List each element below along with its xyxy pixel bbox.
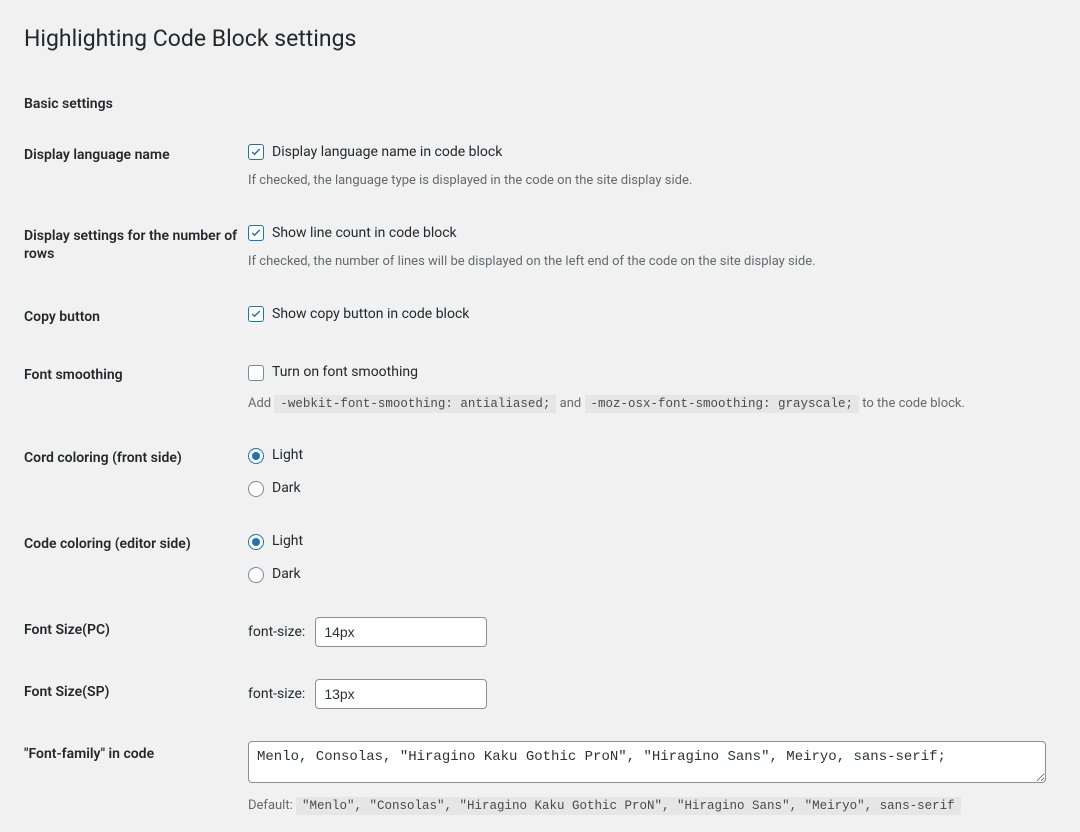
row-label-copy-button: Copy button bbox=[24, 288, 248, 346]
font-size-sp-prefix: font-size: bbox=[248, 684, 305, 705]
font-smoothing-checkbox[interactable]: Turn on font smoothing bbox=[248, 362, 418, 383]
row-label-font-size-pc: Font Size(PC) bbox=[24, 601, 248, 663]
radio-label: Dark bbox=[272, 564, 301, 585]
row-label-front-coloring: Cord coloring (front side) bbox=[24, 429, 248, 515]
checkbox-icon bbox=[248, 225, 264, 241]
row-label-font-family: "Font-family" in code bbox=[24, 725, 248, 832]
checkbox-icon bbox=[248, 306, 264, 322]
row-label-line-count: Display settings for the number of rows bbox=[24, 207, 248, 288]
checkbox-label: Display language name in code block bbox=[272, 142, 502, 163]
code-snippet: -moz-osx-font-smoothing: grayscale; bbox=[585, 395, 860, 413]
radio-icon bbox=[248, 481, 264, 497]
radio-icon bbox=[248, 567, 264, 583]
line-count-desc: If checked, the number of lines will be … bbox=[248, 252, 1046, 272]
radio-icon bbox=[248, 534, 264, 550]
display-language-desc: If checked, the language type is display… bbox=[248, 171, 1046, 191]
row-label-font-size-sp: Font Size(SP) bbox=[24, 663, 248, 725]
default-label: Default: bbox=[248, 798, 293, 813]
font-family-input[interactable] bbox=[248, 741, 1046, 783]
desc-prefix: Add bbox=[248, 396, 271, 411]
font-family-default: Default: "Menlo", "Consolas", "Hiragino … bbox=[248, 796, 1046, 816]
front-coloring-dark-radio[interactable]: Dark bbox=[248, 478, 1046, 499]
font-size-sp-input[interactable] bbox=[315, 679, 487, 709]
code-snippet: -webkit-font-smoothing: antialiased; bbox=[274, 395, 556, 413]
font-size-pc-input[interactable] bbox=[315, 617, 487, 647]
checkbox-label: Show line count in code block bbox=[272, 223, 457, 244]
radio-label: Light bbox=[272, 445, 303, 466]
font-smoothing-desc: Add -webkit-font-smoothing: antialiased;… bbox=[248, 394, 1046, 414]
page-title: Highlighting Code Block settings bbox=[24, 24, 1056, 54]
radio-label: Light bbox=[272, 531, 303, 552]
radio-label: Dark bbox=[272, 478, 301, 499]
radio-icon bbox=[248, 448, 264, 464]
code-snippet: "Menlo", "Consolas", "Hiragino Kaku Goth… bbox=[296, 797, 961, 815]
front-coloring-light-radio[interactable]: Light bbox=[248, 445, 1046, 466]
checkbox-label: Turn on font smoothing bbox=[272, 362, 418, 383]
line-count-checkbox[interactable]: Show line count in code block bbox=[248, 223, 457, 244]
checkbox-label: Show copy button in code block bbox=[272, 304, 469, 325]
checkbox-icon bbox=[248, 365, 264, 381]
settings-table: Display language name Display language n… bbox=[24, 126, 1056, 832]
copy-button-checkbox[interactable]: Show copy button in code block bbox=[248, 304, 469, 325]
row-label-editor-coloring: Code coloring (editor side) bbox=[24, 515, 248, 601]
checkbox-icon bbox=[248, 144, 264, 160]
desc-suffix: to the code block. bbox=[862, 396, 965, 411]
editor-coloring-light-radio[interactable]: Light bbox=[248, 531, 1046, 552]
display-language-checkbox[interactable]: Display language name in code block bbox=[248, 142, 502, 163]
desc-mid: and bbox=[560, 396, 582, 411]
section-title: Basic settings bbox=[24, 96, 1056, 112]
editor-coloring-dark-radio[interactable]: Dark bbox=[248, 564, 1046, 585]
row-label-font-smoothing: Font smoothing bbox=[24, 346, 248, 429]
row-label-display-language: Display language name bbox=[24, 126, 248, 207]
font-size-pc-prefix: font-size: bbox=[248, 622, 305, 643]
